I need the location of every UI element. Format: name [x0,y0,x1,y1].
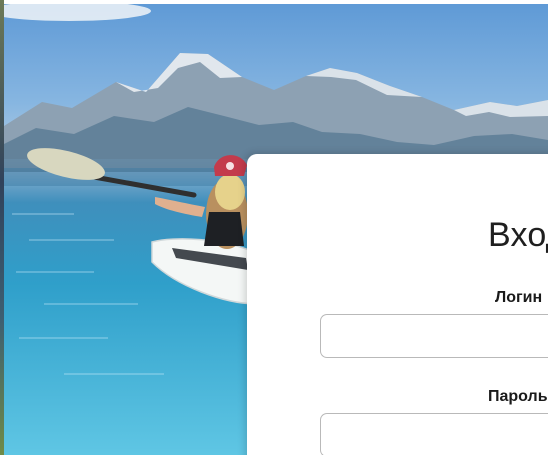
water-ripples [12,213,164,375]
password-label: Пароль [488,388,548,405]
login-input[interactable] [320,314,548,358]
login-label: Логин [495,289,543,306]
kayak [151,238,259,305]
password-input[interactable] [320,413,548,455]
login-page: Вход Логин Пароль [0,0,548,455]
login-card: Вход Логин Пароль [247,154,548,455]
login-title: Вход [488,216,548,254]
snow-right [454,100,548,117]
cloud [4,4,151,21]
